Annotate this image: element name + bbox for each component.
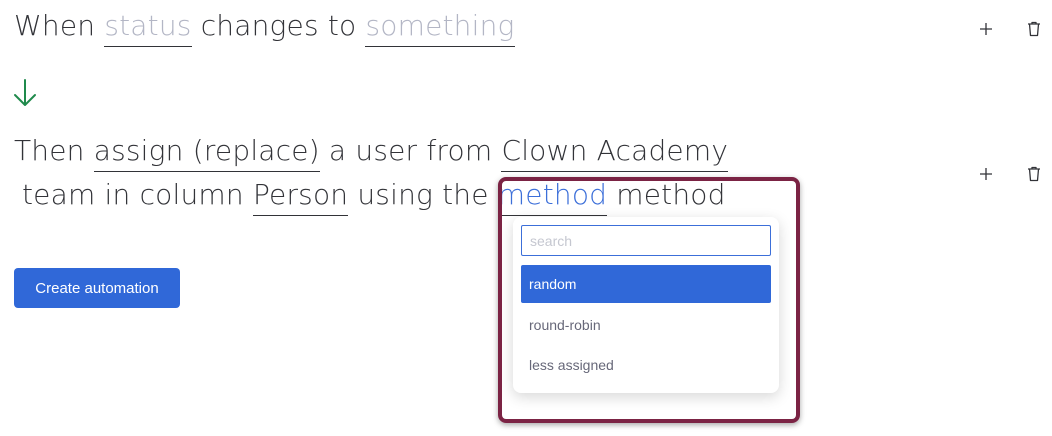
team-in-column-text: team in column bbox=[22, 178, 244, 211]
trash-icon[interactable] bbox=[1024, 19, 1044, 39]
action-row-actions bbox=[975, 164, 1052, 188]
action-verb-token[interactable]: assign (replace) bbox=[93, 137, 320, 172]
trigger-field-token[interactable]: status bbox=[104, 12, 192, 47]
option-random[interactable]: random bbox=[521, 265, 771, 303]
create-automation-button[interactable]: Create automation bbox=[14, 268, 180, 308]
trigger-sentence: When status changes to something bbox=[14, 12, 515, 47]
plus-icon[interactable] bbox=[976, 19, 996, 39]
when-text: When bbox=[14, 9, 96, 42]
using-the-text: using the bbox=[357, 178, 489, 211]
column-token[interactable]: Person bbox=[252, 181, 349, 216]
method-suffix-text: method bbox=[616, 178, 726, 211]
team-token[interactable]: Clown Academy bbox=[501, 137, 729, 172]
changes-to-text: changes to bbox=[200, 9, 357, 42]
method-token[interactable]: method bbox=[497, 181, 608, 216]
option-round-robin[interactable]: round-robin bbox=[521, 306, 771, 344]
option-less-assigned[interactable]: less assigned bbox=[521, 346, 771, 384]
plus-icon[interactable] bbox=[976, 164, 996, 184]
search-input[interactable] bbox=[521, 225, 771, 256]
trigger-value-token[interactable]: something bbox=[365, 12, 515, 47]
arrow-down-icon bbox=[14, 79, 36, 106]
then-text: Then bbox=[14, 134, 85, 167]
action-sentence-line-1: Then assign (replace) a user from Clown … bbox=[14, 134, 729, 172]
method-dropdown: random round-robin less assigned bbox=[513, 217, 779, 393]
trash-icon[interactable] bbox=[1024, 164, 1044, 184]
trigger-row-actions bbox=[975, 19, 1052, 43]
a-user-from-text: a user from bbox=[328, 134, 493, 167]
action-sentence-line-2: team in column Person using the method m… bbox=[14, 181, 726, 216]
